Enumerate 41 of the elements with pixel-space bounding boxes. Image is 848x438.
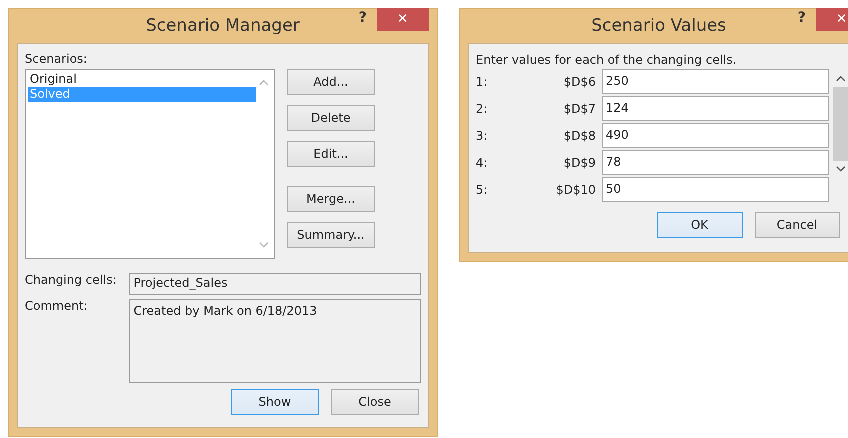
scenarios-label: Scenarios:: [25, 52, 88, 66]
value-field[interactable]: 78: [602, 150, 829, 175]
window-title: Scenario Manager: [146, 16, 300, 36]
cell-reference: $D$8: [562, 128, 597, 142]
comment-label: Comment:: [25, 299, 89, 315]
close-button[interactable]: ✕: [377, 8, 429, 31]
dialog-button[interactable]: Merge...: [287, 186, 375, 212]
value-field[interactable]: 50: [602, 177, 829, 202]
row-number: 3:: [476, 128, 489, 142]
help-button[interactable]: ?: [798, 10, 806, 26]
row-number: 1:: [476, 74, 489, 88]
dialog-button[interactable]: Summary...: [287, 222, 375, 248]
dialog-button[interactable]: Cancel: [754, 212, 840, 238]
dialog-button[interactable]: Edit...: [287, 141, 375, 167]
scroll-down-icon[interactable]: [836, 166, 846, 172]
changing-cells-label: Changing cells:: [25, 273, 118, 289]
scroll-up-icon[interactable]: [836, 76, 846, 82]
dialog-button[interactable]: Delete: [287, 105, 375, 131]
window-title: Scenario Values: [592, 16, 726, 36]
row-number: 5:: [476, 182, 489, 196]
dialog-button[interactable]: Show: [231, 389, 319, 415]
cell-reference: $D$6: [562, 74, 597, 88]
value-field[interactable]: 490: [602, 123, 829, 148]
value-field[interactable]: 124: [602, 96, 829, 121]
scroll-thumb[interactable]: [833, 87, 848, 161]
changing-cells-field[interactable]: Projected_Sales: [128, 273, 421, 295]
cell-reference: $D$7: [562, 102, 597, 116]
dialog-button[interactable]: Close: [331, 389, 419, 415]
row-number: 4:: [476, 156, 489, 170]
cell-reference: $D$10: [555, 182, 597, 196]
list-item[interactable]: Original: [28, 72, 256, 87]
dialog-button[interactable]: Add...: [287, 69, 375, 95]
scenario-list[interactable]: Original Solved: [25, 69, 275, 259]
close-button[interactable]: ✕: [816, 8, 848, 31]
instruction-text: Enter values for each of the changing cells.: [476, 53, 738, 67]
row-number: 2:: [476, 102, 489, 116]
value-field[interactable]: 250: [602, 69, 829, 94]
dialog-button[interactable]: OK: [657, 212, 742, 238]
help-button[interactable]: ?: [358, 10, 367, 26]
cell-reference: $D$9: [562, 156, 597, 170]
comment-field[interactable]: Created by Mark on 6/18/2013: [128, 299, 421, 383]
